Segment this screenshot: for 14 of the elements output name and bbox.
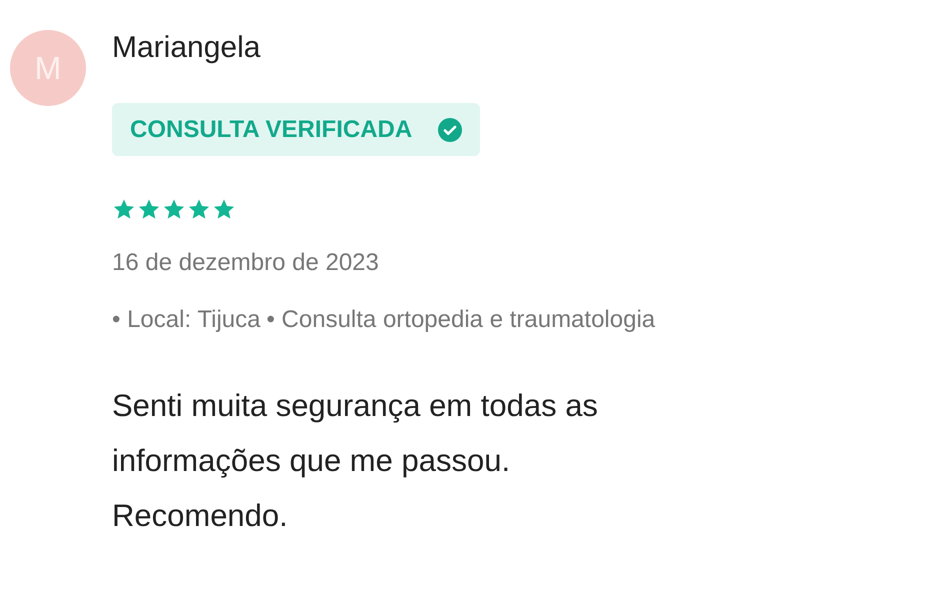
review-text: informações que me passou. bbox=[112, 442, 512, 480]
check-icon bbox=[438, 118, 462, 142]
star-icon bbox=[112, 198, 136, 221]
review-date: 16 de dezembro de 2023 bbox=[112, 249, 379, 277]
review-text: Recomendo. bbox=[112, 497, 289, 535]
star-icon bbox=[162, 198, 186, 221]
star-icon bbox=[137, 198, 161, 221]
star-icon bbox=[212, 198, 236, 221]
author-name: Mariangela bbox=[112, 30, 260, 66]
review-text: Senti muita segurança em todas as bbox=[112, 387, 598, 425]
star-icon bbox=[187, 198, 211, 221]
review-detail: • Consulta ortopedia e traumatologia bbox=[266, 306, 656, 334]
review-detail: • Local: Tijuca bbox=[112, 306, 260, 334]
badge-label: CONSULTA VERIFICADA bbox=[130, 116, 412, 144]
